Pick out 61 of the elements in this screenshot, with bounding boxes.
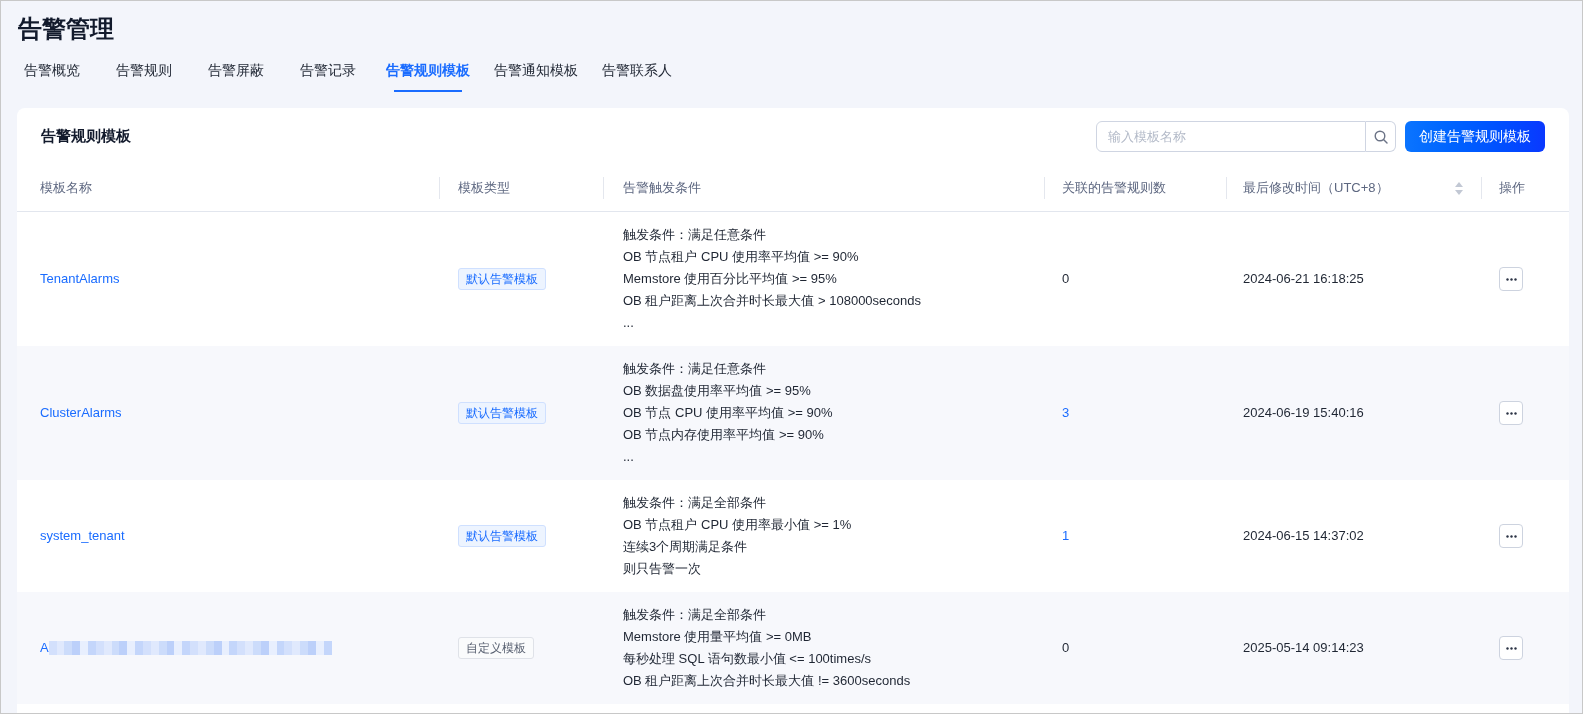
more-button[interactable] [1499, 524, 1523, 548]
ellipsis-icon [1505, 646, 1517, 650]
template-type-tag: 自定义模板 [458, 637, 534, 659]
tab[interactable]: 告警概览 [18, 59, 86, 92]
tab[interactable]: 告警通知模板 [494, 59, 578, 92]
condition-line: OB 租户距离上次合并时长最大值 > 108000seconds [623, 292, 922, 310]
rule-count-link[interactable]: 3 [1062, 403, 1070, 423]
card-title: 告警规则模板 [41, 126, 131, 147]
more-button[interactable] [1499, 267, 1523, 291]
modified-time: 2024-06-21 16:18:25 [1243, 270, 1364, 289]
modified-time: 2025-05-14 09:14:23 [1243, 639, 1364, 658]
tab[interactable]: 告警记录 [294, 59, 362, 92]
condition-line: 每秒处理 SQL 语句数最小值 <= 100times/s [623, 650, 873, 668]
column-header: 关联的告警规则数 [1062, 179, 1166, 198]
ellipsis-icon [1505, 534, 1517, 538]
template-name-link[interactable]: system_tenant [40, 526, 125, 546]
rule-count-link[interactable]: 1 [1062, 526, 1070, 546]
column-header: 告警触发条件 [623, 179, 701, 198]
column-header: 操作 [1499, 179, 1525, 198]
search-input[interactable]: 输入模板名称 [1096, 121, 1366, 152]
column-header: 最后修改时间（UTC+8） [1243, 179, 1389, 198]
create-template-button[interactable]: 创建告警规则模板 [1405, 121, 1545, 152]
condition-line: 触发条件：满足任意条件 [623, 226, 767, 244]
condition-line: ... [623, 314, 635, 332]
modified-time: 2024-06-15 14:37:02 [1243, 527, 1364, 546]
rule-count: 0 [1062, 639, 1070, 658]
condition-line: 连续3个周期满足条件 [623, 538, 749, 556]
search-button[interactable] [1366, 121, 1396, 152]
template-name-link[interactable]: TenantAlarms [40, 269, 120, 289]
condition-line: OB 节点租户 CPU 使用率平均值 >= 90% [623, 248, 860, 266]
condition-line: ... [623, 448, 635, 466]
condition-line: OB 租户距离上次合并时长最大值 != 3600seconds [623, 672, 912, 690]
condition-line: OB 数据盘使用率平均值 >= 95% [623, 382, 812, 400]
more-button[interactable] [1499, 636, 1523, 660]
ellipsis-icon [1505, 277, 1517, 281]
tab[interactable]: 告警规则 [110, 59, 178, 92]
condition-line: Memstore 使用百分比平均值 >= 95% [623, 270, 838, 288]
template-name-link[interactable]: A [40, 638, 49, 658]
condition-line: OB 节点 CPU 使用率平均值 >= 90% [623, 404, 834, 422]
rule-count: 0 [1062, 270, 1070, 289]
tab[interactable]: 告警规则模板 [386, 59, 470, 92]
template-name-link[interactable]: ClusterAlarms [40, 403, 122, 423]
search-icon [1373, 129, 1388, 144]
condition-line: 触发条件：满足全部条件 [623, 494, 767, 512]
template-type-tag: 默认告警模板 [458, 268, 546, 290]
column-header: 模板类型 [458, 179, 510, 198]
template-type-tag: 默认告警模板 [458, 525, 546, 547]
condition-line: 触发条件：满足全部条件 [623, 606, 767, 624]
tab[interactable]: 告警联系人 [602, 59, 672, 92]
page-title: 告警管理 [18, 14, 115, 44]
column-header: 模板名称 [40, 179, 92, 198]
condition-line: OB 节点租户 CPU 使用率最小值 >= 1% [623, 516, 853, 534]
more-button[interactable] [1499, 401, 1523, 425]
condition-line: 触发条件：满足任意条件 [623, 360, 767, 378]
tab[interactable]: 告警屏蔽 [202, 59, 270, 92]
modified-time: 2024-06-19 15:40:16 [1243, 404, 1364, 423]
condition-line: Memstore 使用量平均值 >= 0MB [623, 628, 813, 646]
template-type-tag: 默认告警模板 [458, 402, 546, 424]
condition-line: OB 节点内存使用率平均值 >= 90% [623, 426, 825, 444]
condition-line: 则只告警一次 [623, 560, 702, 578]
ellipsis-icon [1505, 411, 1517, 415]
